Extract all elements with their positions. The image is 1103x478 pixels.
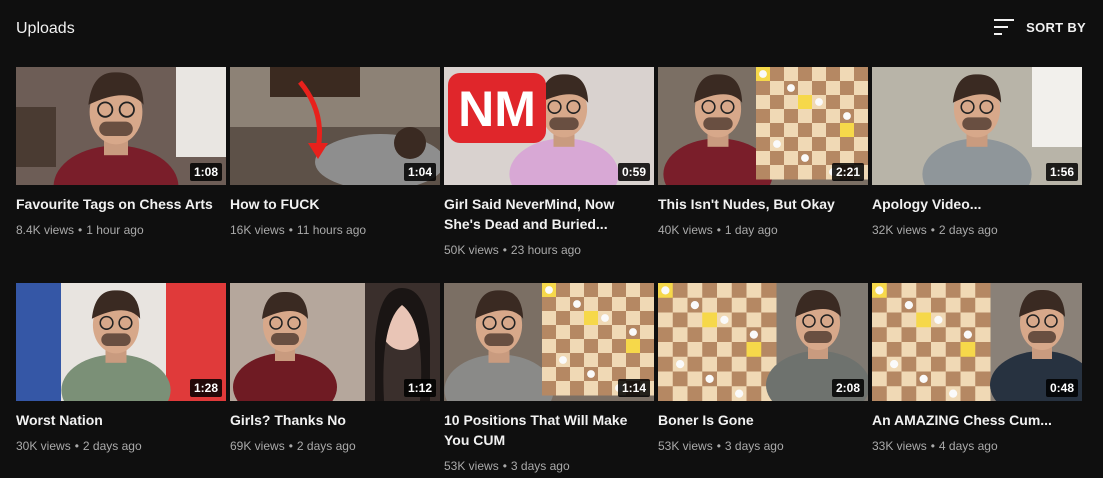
video-title[interactable]: Girl Said NeverMind, Now She's Dead and … (444, 194, 644, 234)
separator-dot: • (502, 459, 507, 473)
video-card[interactable]: 1:56 Apology Video... 32K views • 2 days a… (872, 67, 1082, 283)
video-stats: 8.4K views • 1 hour ago (16, 221, 216, 239)
separator-dot: • (716, 223, 721, 237)
duration-badge: 0:48 (1045, 379, 1078, 397)
video-card[interactable]: 1:04 How to FUCK 16K views • 11 hours ago (230, 67, 440, 283)
view-count: 69K views (230, 439, 285, 453)
separator-dot: • (502, 243, 507, 257)
uploads-header: Uploads SORT BY (0, 0, 1103, 60)
video-stats: 40K views • 1 day ago (658, 221, 858, 239)
sort-lines-icon (994, 19, 1015, 35)
upload-age: 2 days ago (938, 223, 998, 237)
sort-by-button[interactable]: SORT BY (994, 19, 1086, 35)
upload-age: 3 days ago (724, 439, 784, 453)
upload-age: 3 days ago (510, 459, 570, 473)
upload-age: 4 days ago (938, 439, 998, 453)
video-card[interactable]: 2:08 Boner Is Gone 53K views • 3 days ago (658, 283, 868, 475)
separator-dot: • (930, 223, 935, 237)
video-stats: 32K views • 2 days ago (872, 221, 1072, 239)
upload-age: 23 hours ago (510, 243, 581, 257)
view-count: 32K views (872, 223, 927, 237)
separator-dot: • (288, 439, 293, 453)
video-title[interactable]: 10 Positions That Will Make You CUM (444, 410, 644, 450)
video-thumbnail[interactable]: 1:08 (16, 67, 226, 185)
video-thumbnail[interactable]: 1:28 (16, 283, 226, 401)
separator-dot: • (288, 223, 293, 237)
video-stats: 69K views • 2 days ago (230, 437, 430, 455)
view-count: 53K views (444, 459, 499, 473)
video-thumbnail[interactable]: 1:04 (230, 67, 440, 185)
video-card[interactable]: 0:48 An AMAZING Chess Cum... 33K views • 4… (872, 283, 1082, 475)
upload-age: 1 hour ago (86, 223, 144, 237)
view-count: 33K views (872, 439, 927, 453)
video-stats: 53K views • 3 days ago (444, 457, 644, 475)
video-stats: 53K views • 3 days ago (658, 437, 858, 455)
video-stats: 30K views • 2 days ago (16, 437, 216, 455)
video-title[interactable]: Boner Is Gone (658, 410, 858, 430)
view-count: 50K views (444, 243, 499, 257)
video-stats: 16K views • 11 hours ago (230, 221, 430, 239)
separator-dot: • (716, 439, 721, 453)
video-card[interactable]: 1:12 Girls? Thanks No 69K views • 2 days a… (230, 283, 440, 475)
section-title: Uploads (16, 20, 75, 37)
video-title[interactable]: An AMAZING Chess Cum... (872, 410, 1072, 430)
separator-dot: • (930, 439, 935, 453)
view-count: 53K views (658, 439, 713, 453)
duration-badge: 0:59 (617, 163, 650, 181)
video-thumbnail[interactable]: 1:14 (444, 283, 654, 401)
video-thumbnail[interactable]: 1:56 (872, 67, 1082, 185)
duration-badge: 1:56 (1045, 163, 1078, 181)
duration-badge: 1:14 (617, 379, 650, 397)
upload-age: 1 day ago (724, 223, 778, 237)
duration-badge: 1:28 (189, 379, 222, 397)
video-card[interactable]: 1:28 Worst Nation 30K views • 2 days ago (16, 283, 226, 475)
video-title[interactable]: Girls? Thanks No (230, 410, 430, 430)
duration-badge: 2:21 (831, 163, 864, 181)
view-count: 40K views (658, 223, 713, 237)
view-count: 30K views (16, 439, 71, 453)
duration-badge: 1:04 (403, 163, 436, 181)
sort-by-label: SORT BY (1026, 19, 1086, 35)
video-title[interactable]: Worst Nation (16, 410, 216, 430)
video-title[interactable]: Favourite Tags on Chess Arts (16, 194, 216, 214)
separator-dot: • (74, 439, 79, 453)
svg-text:NM: NM (458, 81, 536, 137)
video-thumbnail[interactable]: 2:21 (658, 67, 868, 185)
duration-badge: 2:08 (831, 379, 864, 397)
video-stats: 33K views • 4 days ago (872, 437, 1072, 455)
duration-badge: 1:08 (189, 163, 222, 181)
video-thumbnail[interactable]: 1:12 (230, 283, 440, 401)
video-thumbnail[interactable]: NM 0:59 (444, 67, 654, 185)
separator-dot: • (78, 223, 83, 237)
video-thumbnail[interactable]: 0:48 (872, 283, 1082, 401)
view-count: 8.4K views (16, 223, 75, 237)
video-title[interactable]: Apology Video... (872, 194, 1072, 214)
video-title[interactable]: This Isn't Nudes, But Okay (658, 194, 858, 214)
video-title[interactable]: How to FUCK (230, 194, 430, 214)
video-card[interactable]: 2:21 This Isn't Nudes, But Okay 40K view… (658, 67, 868, 283)
duration-badge: 1:12 (403, 379, 436, 397)
video-card[interactable]: NM 0:59 Girl Said NeverMind, Now She's D… (444, 67, 654, 283)
upload-age: 11 hours ago (296, 223, 367, 237)
upload-age: 2 days ago (296, 439, 356, 453)
video-card[interactable]: 1:14 10 Positions That Will Make You CUM… (444, 283, 654, 475)
upload-age: 2 days ago (82, 439, 142, 453)
video-grid: 1:08 Favourite Tags on Chess Arts 8.4K v… (16, 67, 1086, 475)
video-card[interactable]: 1:08 Favourite Tags on Chess Arts 8.4K v… (16, 67, 226, 283)
video-stats: 50K views • 23 hours ago (444, 241, 644, 259)
video-thumbnail[interactable]: 2:08 (658, 283, 868, 401)
view-count: 16K views (230, 223, 285, 237)
